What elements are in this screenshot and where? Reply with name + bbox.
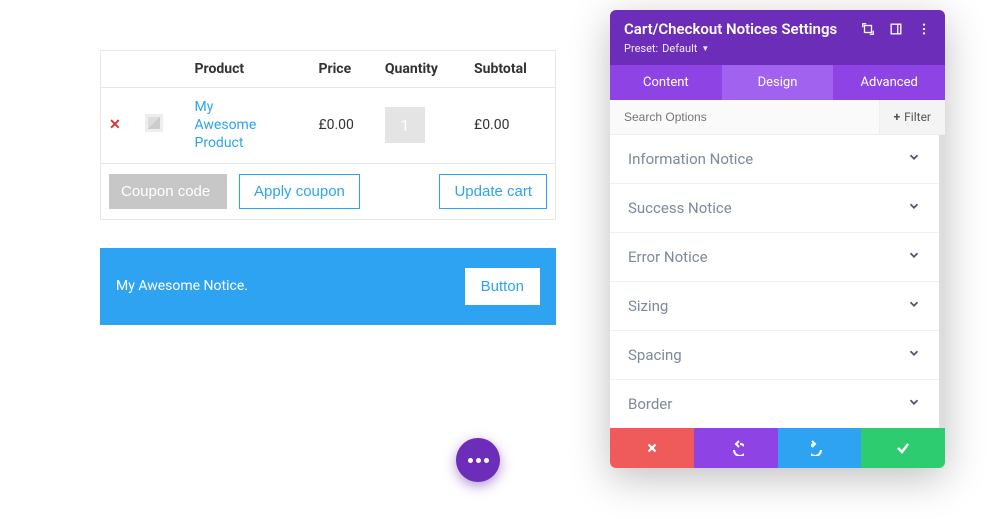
panel-footer (610, 428, 945, 468)
product-link[interactable]: My Awesome Product (195, 98, 275, 153)
col-product: Product (187, 51, 311, 88)
section-sizing[interactable]: Sizing (610, 282, 939, 331)
col-subtotal: Subtotal (466, 51, 555, 88)
more-icon[interactable] (917, 22, 931, 36)
section-border[interactable]: Border (610, 380, 939, 428)
quantity-input[interactable]: 1 (385, 107, 425, 143)
filter-label: Filter (904, 110, 931, 124)
section-information-notice[interactable]: Information Notice (610, 135, 939, 184)
section-label: Spacing (628, 346, 682, 364)
chevron-down-icon: ▼ (701, 44, 709, 53)
save-button[interactable] (861, 428, 945, 468)
preset-dropdown[interactable]: Preset: Default ▼ (624, 42, 931, 55)
close-button[interactable] (610, 428, 694, 468)
item-subtotal: £0.00 (466, 88, 555, 164)
chevron-down-icon (907, 150, 921, 168)
preset-label: Preset: (624, 42, 658, 55)
section-success-notice[interactable]: Success Notice (610, 184, 939, 233)
tab-advanced[interactable]: Advanced (833, 65, 945, 100)
expand-icon[interactable] (861, 22, 875, 36)
floating-action-button[interactable] (456, 438, 500, 482)
section-label: Error Notice (628, 248, 708, 266)
item-price: £0.00 (310, 88, 376, 164)
design-sections: Information Notice Success Notice Error … (610, 135, 945, 428)
notice-banner: My Awesome Notice. Button (100, 248, 556, 325)
cart-table: Product Price Quantity Subtotal ✕ My Awe… (100, 50, 556, 220)
panel-header: Cart/Checkout Notices Settings Preset: D… (610, 10, 945, 65)
undo-button[interactable] (694, 428, 778, 468)
chevron-down-icon (907, 248, 921, 266)
product-thumbnail (145, 114, 163, 132)
chevron-down-icon (907, 297, 921, 315)
apply-coupon-button[interactable]: Apply coupon (239, 174, 360, 209)
cart-row: ✕ My Awesome Product £0.00 1 £0.00 (101, 88, 556, 164)
chevron-down-icon (907, 199, 921, 217)
settings-panel: Cart/Checkout Notices Settings Preset: D… (610, 10, 945, 468)
section-spacing[interactable]: Spacing (610, 331, 939, 380)
chevron-down-icon (907, 346, 921, 364)
notice-button[interactable]: Button (465, 268, 540, 305)
chevron-down-icon (907, 395, 921, 413)
update-cart-button[interactable]: Update cart (439, 174, 547, 209)
search-options-input[interactable] (610, 100, 879, 134)
section-label: Border (628, 395, 672, 413)
notice-text: My Awesome Notice. (116, 278, 248, 294)
section-label: Success Notice (628, 199, 732, 217)
coupon-code-input[interactable] (109, 174, 227, 209)
filter-button[interactable]: + Filter (879, 100, 945, 134)
section-error-notice[interactable]: Error Notice (610, 233, 939, 282)
remove-item-button[interactable]: ✕ (109, 117, 121, 133)
section-label: Information Notice (628, 150, 753, 168)
panel-title: Cart/Checkout Notices Settings (624, 20, 861, 38)
tab-content[interactable]: Content (610, 65, 722, 100)
tab-design[interactable]: Design (722, 65, 834, 100)
preset-value: Default (662, 42, 697, 55)
section-label: Sizing (628, 297, 668, 315)
snap-icon[interactable] (889, 22, 903, 36)
settings-tabs: Content Design Advanced (610, 65, 945, 100)
col-price: Price (310, 51, 376, 88)
col-quantity: Quantity (377, 51, 466, 88)
redo-button[interactable] (778, 428, 862, 468)
